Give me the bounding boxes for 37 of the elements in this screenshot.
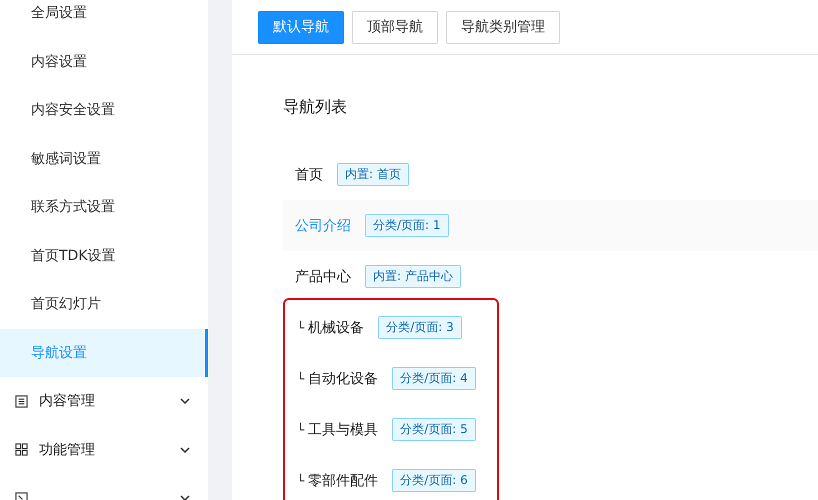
sidebar-item[interactable]: 全局设置 [0, 0, 208, 38]
sidebar-item[interactable]: 内容设置 [0, 38, 208, 86]
sidebar-item[interactable]: 敏感词设置 [0, 134, 208, 183]
nav-name: 零部件配件 [308, 472, 378, 490]
list-title: 导航列表 [283, 96, 348, 118]
sidebar-group[interactable]: 内容管理 [0, 377, 208, 426]
sidebar-group[interactable]: 功能管理 [0, 426, 208, 474]
nav-tag: 分类/页面: 3 [378, 316, 462, 339]
grid-icon [15, 443, 28, 456]
nav-tag: 分类/页面: 6 [392, 469, 476, 492]
nav-name: 公司介绍 [295, 216, 351, 234]
nav-tag: 分类/页面: 4 [392, 367, 476, 390]
nav-tag: 内置: 产品中心 [365, 265, 461, 288]
nav-tag: 内置: 首页 [337, 163, 409, 186]
sidebar-item[interactable]: 内容安全设置 [0, 86, 208, 134]
sidebar-item[interactable]: 首页幻灯片 [0, 280, 208, 328]
list-row-hovered[interactable]: 公司介绍 分类/页面: 1 [283, 200, 818, 251]
tree-marker: └ [297, 422, 304, 436]
list-row[interactable]: 产品中心 内置: 产品中心 [283, 251, 818, 302]
group-label: 功能管理 [39, 440, 96, 459]
list-icon [15, 394, 28, 408]
tree-marker: └ [297, 474, 304, 488]
nav-tag: 分类/页面: 5 [392, 418, 476, 441]
group-label: 内容管理 [39, 392, 96, 410]
list-row[interactable]: 首页 内置: 首页 [283, 149, 818, 200]
nav-name: 自动化设备 [308, 370, 378, 388]
tree-marker: └ [297, 372, 304, 386]
nav-name: 工具与模具 [308, 420, 378, 438]
nav-name: 产品中心 [295, 268, 351, 286]
tree-marker: └ [297, 320, 304, 334]
tab[interactable]: 顶部导航 [352, 10, 438, 44]
nav-name: 机械设备 [308, 318, 364, 336]
nav-name: 首页 [295, 166, 323, 184]
sidebar-item[interactable]: 首页TDK设置 [0, 232, 208, 280]
tab[interactable]: 导航类别管理 [446, 10, 560, 44]
nav-tag: 分类/页面: 1 [365, 214, 449, 237]
sidebar-item[interactable]: 联系方式设置 [0, 183, 208, 232]
